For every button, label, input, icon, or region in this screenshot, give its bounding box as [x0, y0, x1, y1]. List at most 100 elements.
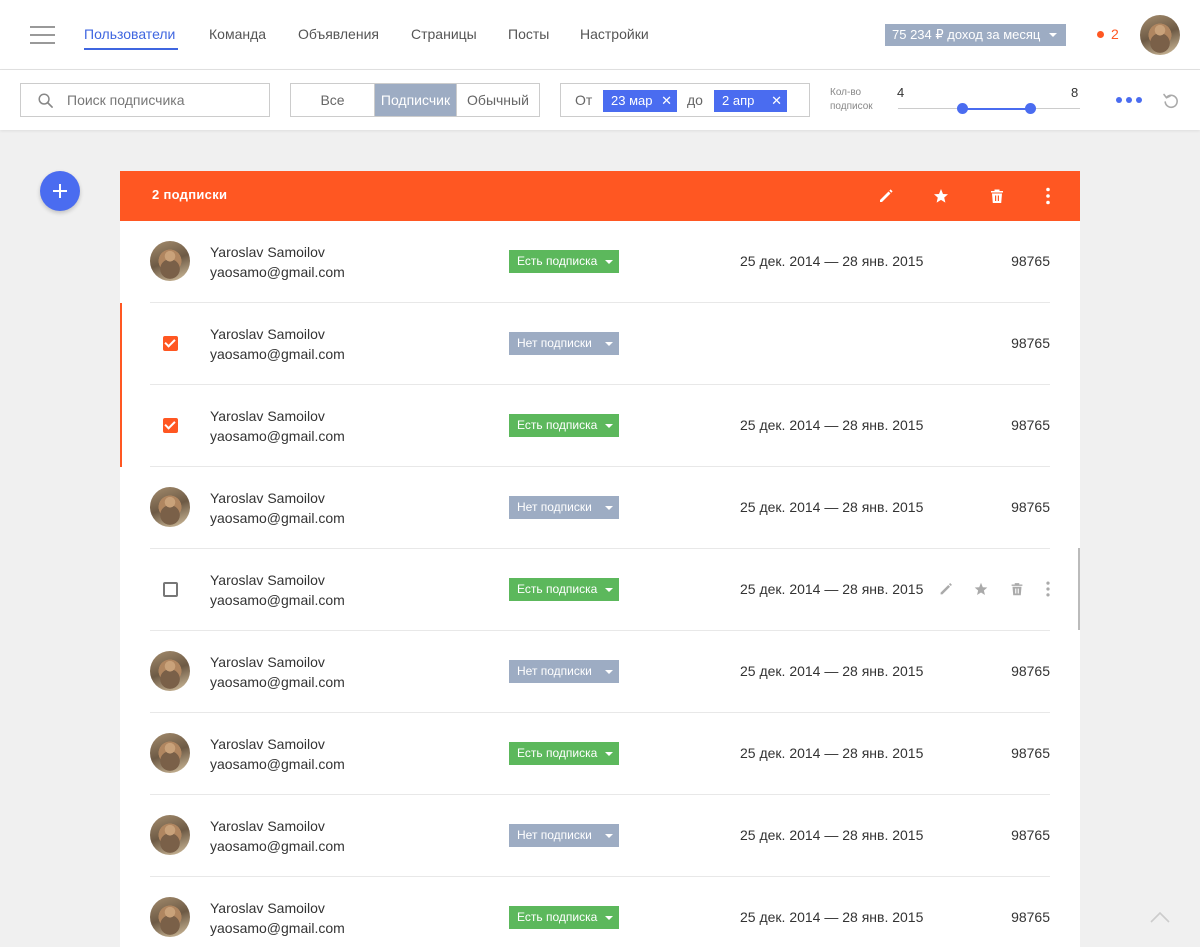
subscriber-name: Yaroslav Samoilov: [210, 736, 325, 752]
user-avatar[interactable]: [1140, 15, 1180, 55]
nav-item-ads[interactable]: Объявления: [298, 26, 379, 42]
hamburger-menu-icon[interactable]: [30, 26, 55, 44]
avatar: [150, 897, 190, 937]
table-row[interactable]: Yaroslav Samoilov yaosamo@gmail.com Есть…: [120, 877, 1080, 947]
more-vertical-icon[interactable]: [1038, 186, 1058, 206]
date-from-chip[interactable]: 23 мар ✕: [603, 90, 677, 112]
chevron-down-icon: [605, 588, 613, 592]
subscription-period: 25 дек. 2014 — 28 янв. 2015: [740, 581, 924, 597]
status-dropdown[interactable]: Есть подписка: [509, 742, 619, 765]
chevron-down-icon: [605, 752, 613, 756]
table-row[interactable]: Yaroslav Samoilov yaosamo@gmail.com Есть…: [120, 385, 1080, 467]
subscriber-name: Yaroslav Samoilov: [210, 900, 325, 916]
search-input[interactable]: [67, 84, 267, 116]
table-row[interactable]: Yaroslav Samoilov yaosamo@gmail.com Нет …: [120, 631, 1080, 713]
date-to-chip[interactable]: 2 апр ✕: [714, 90, 787, 112]
pencil-icon[interactable]: [876, 186, 896, 206]
subscriber-number: 98765: [1011, 909, 1050, 925]
nav-item-team[interactable]: Команда: [209, 26, 266, 42]
nav-item-pages[interactable]: Страницы: [411, 26, 477, 42]
star-icon[interactable]: [931, 186, 951, 206]
pencil-icon[interactable]: [937, 580, 955, 598]
table-row[interactable]: Yaroslav Samoilov yaosamo@gmail.com Есть…: [120, 713, 1080, 795]
count-label-line-1: Кол-во: [830, 87, 862, 98]
nav-item-posts[interactable]: Посты: [508, 26, 549, 42]
star-icon[interactable]: [972, 580, 990, 598]
table-row[interactable]: Yaroslav Samoilov yaosamo@gmail.com Нет …: [120, 467, 1080, 549]
nav-item-settings[interactable]: Настройки: [580, 26, 649, 42]
row-selected-indicator: [120, 385, 122, 467]
status-label: Нет подписки: [517, 336, 592, 350]
subscriber-number: 98765: [1011, 499, 1050, 515]
more-horizontal-icon[interactable]: [1116, 97, 1143, 103]
status-label: Нет подписки: [517, 664, 592, 678]
chevron-down-icon: [605, 506, 613, 510]
subscriber-number: 98765: [1011, 745, 1050, 761]
close-icon[interactable]: ✕: [771, 90, 782, 112]
nav-item-users[interactable]: Пользователи: [84, 26, 175, 42]
range-max-value: 8: [1071, 85, 1079, 100]
status-dropdown[interactable]: Нет подписки: [509, 332, 619, 355]
segment-regular[interactable]: Обычный: [457, 84, 539, 116]
status-dropdown[interactable]: Есть подписка: [509, 906, 619, 929]
range-slider-max-handle[interactable]: [1025, 103, 1036, 114]
chevron-down-icon: [605, 916, 613, 920]
subscriber-name: Yaroslav Samoilov: [210, 572, 325, 588]
status-dropdown[interactable]: Есть подписка: [509, 414, 619, 437]
subscriber-email: yaosamo@gmail.com: [210, 346, 345, 362]
avatar: [150, 815, 190, 855]
avatar: [150, 651, 190, 691]
reset-icon[interactable]: [1161, 91, 1181, 111]
subscription-period: 25 дек. 2014 — 28 янв. 2015: [740, 827, 924, 843]
table-row[interactable]: Yaroslav Samoilov yaosamo@gmail.com Нет …: [120, 303, 1080, 385]
range-slider-min-handle[interactable]: [957, 103, 968, 114]
subscriber-name: Yaroslav Samoilov: [210, 818, 325, 834]
subscriber-name: Yaroslav Samoilov: [210, 244, 325, 260]
date-to-value: 2 апр: [722, 93, 755, 108]
close-icon[interactable]: ✕: [661, 90, 672, 112]
income-dropdown[interactable]: 75 234 ₽ доход за месяц: [885, 24, 1066, 46]
chevron-down-icon: [605, 424, 613, 428]
trash-icon[interactable]: [1008, 580, 1026, 598]
range-min-value: 4: [897, 85, 905, 100]
segment-all[interactable]: Все: [291, 84, 375, 116]
status-label: Нет подписки: [517, 828, 592, 842]
more-vertical-icon[interactable]: [1039, 580, 1057, 598]
status-label: Есть подписка: [517, 746, 598, 760]
subscriber-name: Yaroslav Samoilov: [210, 654, 325, 670]
subscription-period: 25 дек. 2014 — 28 янв. 2015: [740, 745, 924, 761]
segment-subscriber[interactable]: Подписчик: [375, 84, 457, 116]
status-dropdown[interactable]: Есть подписка: [509, 578, 619, 601]
row-selected-indicator: [120, 303, 122, 385]
status-dropdown[interactable]: Есть подписка: [509, 250, 619, 273]
trash-icon[interactable]: [987, 186, 1007, 206]
row-checkbox[interactable]: [163, 336, 178, 351]
search-box[interactable]: [20, 83, 270, 117]
row-checkbox[interactable]: [163, 582, 178, 597]
status-dropdown[interactable]: Нет подписки: [509, 824, 619, 847]
notification-dot-icon[interactable]: [1097, 31, 1104, 38]
add-subscriber-button[interactable]: [40, 171, 80, 211]
chevron-up-icon[interactable]: [1149, 910, 1171, 924]
row-checkbox[interactable]: [163, 418, 178, 433]
chevron-down-icon: [605, 260, 613, 264]
subscriber-email: yaosamo@gmail.com: [210, 264, 345, 280]
subscription-period: 25 дек. 2014 — 28 янв. 2015: [740, 909, 924, 925]
scrollbar-thumb[interactable]: [1078, 548, 1080, 630]
count-label-line-2: подписок: [830, 101, 873, 112]
chevron-down-icon: [605, 342, 613, 346]
table-row[interactable]: Yaroslav Samoilov yaosamo@gmail.com Нет …: [120, 795, 1080, 877]
subscriber-type-segmented-control: Все Подписчик Обычный: [290, 83, 540, 117]
table-row[interactable]: Yaroslav Samoilov yaosamo@gmail.com Есть…: [120, 549, 1080, 631]
status-dropdown[interactable]: Нет подписки: [509, 660, 619, 683]
subscription-count-label: Кол-во подписок: [830, 86, 890, 114]
filter-bar: Все Подписчик Обычный От 23 мар ✕ до 2 а…: [0, 70, 1200, 130]
subscriber-number: 98765: [1011, 253, 1050, 269]
table-row[interactable]: Yaroslav Samoilov yaosamo@gmail.com Есть…: [120, 221, 1080, 303]
subscriber-email: yaosamo@gmail.com: [210, 838, 345, 854]
status-dropdown[interactable]: Нет подписки: [509, 496, 619, 519]
subscriber-email: yaosamo@gmail.com: [210, 920, 345, 936]
subscriber-email: yaosamo@gmail.com: [210, 428, 345, 444]
notification-count[interactable]: 2: [1111, 26, 1119, 42]
subscription-period: 25 дек. 2014 — 28 янв. 2015: [740, 253, 924, 269]
